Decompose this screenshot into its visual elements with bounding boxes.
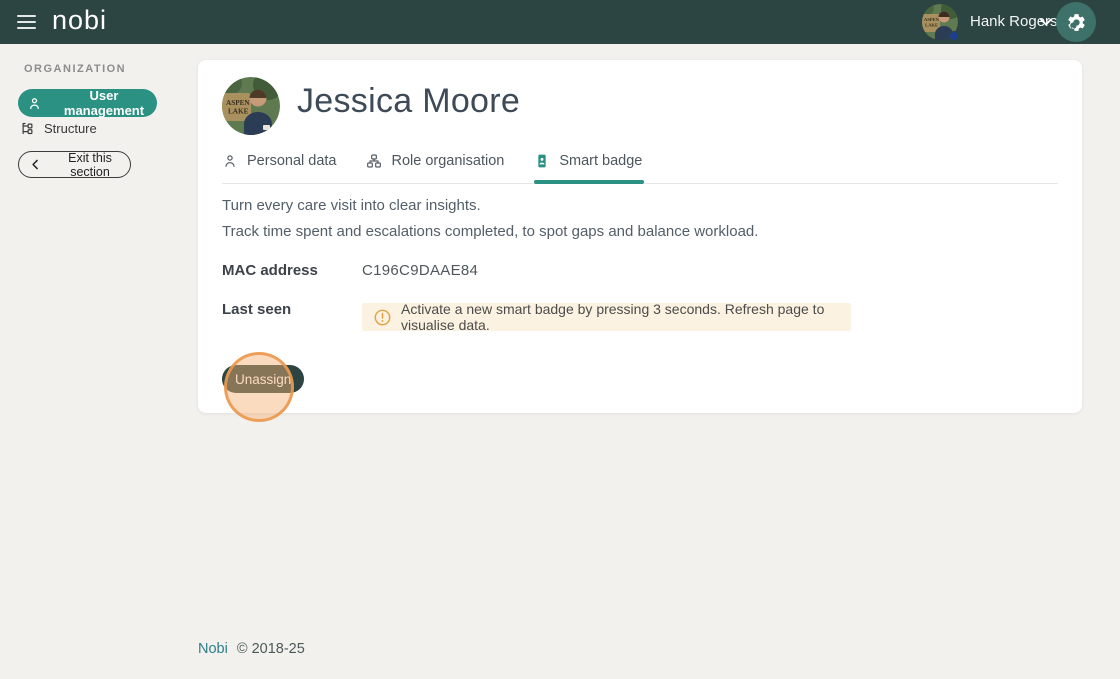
sidebar-item-structure[interactable]: Structure — [20, 118, 97, 138]
sidebar-section-label: ORGANIZATION — [24, 63, 126, 75]
svg-text:ASPEN: ASPEN — [226, 99, 250, 107]
topbar: nobi ASPEN LAKE Hank Rogers — [0, 0, 1120, 44]
tab-label: Personal data — [247, 153, 336, 169]
gear-icon — [1066, 12, 1087, 33]
exit-section-label: Exit this section — [50, 151, 130, 179]
user-avatar[interactable]: ASPEN LAKE — [922, 4, 958, 40]
person-icon — [27, 96, 42, 111]
sidebar-item-label: Structure — [44, 121, 97, 136]
sidebar-item-label: User management — [51, 88, 157, 118]
chevron-down-icon[interactable] — [1038, 14, 1054, 30]
person-icon — [222, 153, 238, 169]
last-seen-label: Last seen — [222, 301, 291, 318]
org-tree-icon — [20, 121, 35, 136]
profile-card: ASPEN LAKE Jessica Moore Personal data — [198, 60, 1082, 413]
warning-banner: Activate a new smart badge by pressing 3… — [362, 303, 851, 331]
footer-brand-link[interactable]: Nobi — [198, 641, 228, 657]
smart-badge-description: Turn every care visit into clear insight… — [222, 193, 758, 245]
tab-role-organisation[interactable]: Role organisation — [366, 144, 506, 183]
id-badge-icon — [534, 153, 550, 169]
mac-address-value: C196C9DAAE84 — [362, 262, 478, 279]
sidebar-item-user-management[interactable]: User management — [18, 89, 157, 117]
footer-copyright: © 2018-25 — [237, 641, 305, 657]
chevron-left-icon — [29, 158, 42, 171]
exclamation-circle-icon — [374, 309, 391, 326]
svg-text:LAKE: LAKE — [925, 23, 938, 28]
mac-address-label: MAC address — [222, 262, 318, 279]
app-root: nobi ASPEN LAKE Hank Rogers — [0, 0, 1120, 679]
exit-section-button[interactable]: Exit this section — [18, 151, 131, 178]
settings-button[interactable] — [1056, 2, 1096, 42]
menu-icon[interactable] — [17, 15, 37, 29]
footer: Nobi © 2018-25 — [198, 641, 305, 657]
tab-smart-badge[interactable]: Smart badge — [534, 144, 644, 183]
warning-message: Activate a new smart badge by pressing 3… — [401, 301, 839, 333]
tab-label: Smart badge — [559, 153, 642, 169]
svg-text:LAKE: LAKE — [228, 108, 249, 116]
app-logo: nobi — [52, 5, 107, 36]
tab-personal-data[interactable]: Personal data — [222, 144, 338, 183]
profile-avatar: ASPEN LAKE — [222, 77, 280, 135]
tab-label: Role organisation — [391, 153, 504, 169]
org-chart-icon — [366, 153, 382, 169]
page-title: Jessica Moore — [297, 81, 520, 122]
status-dot — [949, 31, 959, 41]
unassign-button[interactable]: Unassign — [222, 365, 304, 393]
profile-tabs: Personal data Role organisation — [222, 144, 1058, 184]
svg-text:ASPEN: ASPEN — [924, 17, 940, 22]
